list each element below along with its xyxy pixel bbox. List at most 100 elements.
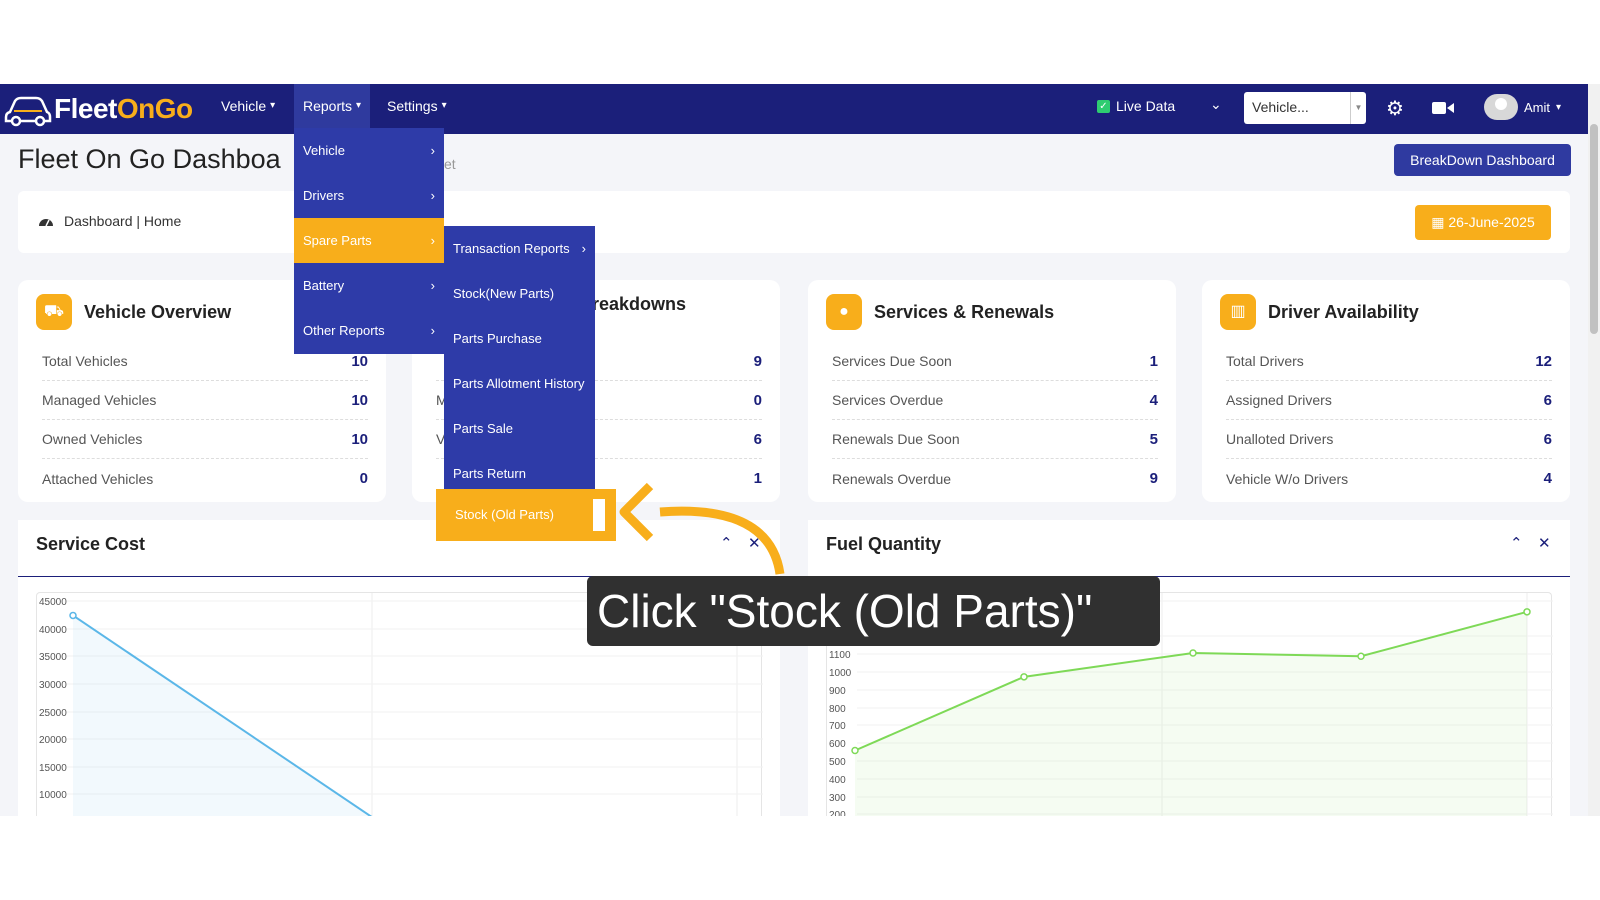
y-tick-label: 800: [829, 704, 846, 715]
nav-reports-label: Reports: [303, 98, 353, 114]
menu-item-stock-new-parts[interactable]: Stock(New Parts): [444, 271, 595, 316]
nav-reports[interactable]: Reports ▾: [294, 84, 371, 128]
series-area: [73, 615, 371, 816]
page-title: Fleet On Go Dashboa: [18, 144, 281, 174]
y-tick-label: 1000: [829, 668, 852, 679]
data-point: [69, 611, 77, 620]
live-data-label: Live Data: [1116, 98, 1176, 114]
chevron-right-icon: ›: [430, 233, 435, 248]
top-navbar: FleetOnGo Vehicle ▾ Reports ▾ Settings ▾…: [0, 84, 1588, 134]
menu-item-parts-sale[interactable]: Parts Sale: [444, 406, 595, 451]
vehicle-select[interactable]: Vehicle... ▼: [1244, 92, 1366, 124]
menu-item-parts-purchase[interactable]: Parts Purchase: [444, 316, 595, 361]
breadcrumb-text: Dashboard | Home: [64, 213, 182, 229]
list-item: Owned Vehicles 10: [42, 420, 368, 459]
checkbox-checked-icon: ✓: [1097, 99, 1110, 113]
app-frame: FleetOnGo Vehicle ▾ Reports ▾ Settings ▾…: [0, 84, 1600, 816]
close-icon[interactable]: ✕: [1538, 534, 1551, 552]
calendar-icon: ▦: [1431, 214, 1445, 230]
nav-vehicle[interactable]: Vehicle ▾: [212, 84, 284, 128]
y-tick-label: 500: [829, 757, 846, 768]
menu-item-spare-parts[interactable]: Spare Parts ›: [294, 218, 444, 263]
menu-item-parts-allotment-history[interactable]: Parts Allotment History: [444, 361, 595, 406]
brand-name: FleetOnGo: [54, 93, 193, 124]
scrollbar-thumb[interactable]: [1590, 124, 1598, 334]
nav-vehicle-label: Vehicle: [221, 98, 267, 114]
menu-item-other-reports[interactable]: Other Reports ›: [294, 308, 444, 353]
y-tick-label: 25000: [39, 708, 67, 719]
dropdown-arrow-icon: ▼: [1350, 92, 1366, 124]
video-camera-icon[interactable]: [1432, 100, 1454, 116]
list-item: Services Due Soon 1: [832, 342, 1158, 381]
data-point: [1523, 608, 1531, 616]
spare-parts-submenu: Transaction Reports › Stock(New Parts) Pa…: [444, 226, 595, 497]
y-tick-label: 35000: [39, 652, 67, 663]
nav-settings[interactable]: Settings ▾: [378, 84, 456, 128]
chevron-down-icon: ▾: [1556, 101, 1562, 113]
data-point: [1357, 652, 1365, 660]
breadcrumb[interactable]: Dashboard | Home: [38, 213, 181, 229]
data-point: [851, 746, 859, 755]
avatar: [1484, 94, 1518, 120]
chevron-right-icon: ›: [430, 143, 435, 158]
menu-item-vehicle[interactable]: Vehicle ›: [294, 128, 444, 173]
y-tick-label: 900: [829, 686, 846, 697]
page-subtitle: et: [444, 156, 456, 172]
card-title: Services & Renewals: [874, 301, 1055, 322]
gear-icon[interactable]: ⚙: [1386, 96, 1404, 121]
list-item: Services Overdue 4: [832, 381, 1158, 420]
list-item: Assigned Drivers 6: [1226, 381, 1552, 420]
chevron-right-icon: ›: [430, 323, 435, 338]
collapse-icon[interactable]: ⌃: [1510, 534, 1523, 552]
chevron-right-icon: ›: [430, 278, 435, 293]
chevron-down-icon: ▾: [356, 100, 362, 111]
reports-dropdown: Vehicle › Drivers › Spare Parts › Battery › …: [294, 128, 444, 354]
car-logo-icon: [4, 96, 52, 127]
menu-item-drivers[interactable]: Drivers ›: [294, 173, 444, 218]
y-tick-label: 200: [829, 810, 846, 816]
date-button[interactable]: ▦ 26-June-2025: [1415, 205, 1551, 240]
user-name: Amit: [1524, 99, 1550, 115]
list-item: Unalloted Drivers 6: [1226, 420, 1552, 459]
user-menu[interactable]: Amit ▾: [1484, 94, 1561, 120]
panel-title: Fuel Quantity: [826, 534, 942, 554]
logo[interactable]: FleetOnGo: [4, 90, 193, 128]
date-text: 26-June-2025: [1448, 214, 1535, 230]
menu-item-battery[interactable]: Battery ›: [294, 263, 444, 308]
driver-availability-card: ▥ Driver Availability Total Drivers 12 As…: [1202, 280, 1570, 502]
data-point: [1189, 649, 1197, 657]
y-tick-label: 30000: [39, 680, 67, 691]
breadcrumb-bar: Dashboard | Home ▦ 26-June-2025: [18, 191, 1570, 253]
y-tick-label: 400: [829, 775, 846, 786]
chevron-down-icon[interactable]: ⌄: [1210, 96, 1222, 113]
globe-icon: ●: [826, 294, 862, 330]
truck-icon: ⛟: [36, 294, 72, 330]
y-tick-label: 600: [829, 739, 846, 750]
list-item: Total Drivers 12: [1226, 342, 1552, 381]
breakdown-dashboard-button[interactable]: BreakDown Dashboard: [1394, 144, 1571, 176]
card-title: reakdowns: [592, 294, 687, 314]
curved-arrow-icon: [619, 482, 785, 575]
dashboard-gauge-icon: [39, 219, 53, 227]
y-tick-label: 45000: [39, 597, 67, 608]
chevron-down-icon: ▾: [441, 100, 447, 111]
panel-title: Service Cost: [36, 534, 146, 554]
y-tick-label: 10000: [39, 790, 67, 801]
list-item: Attached Vehicles 0: [42, 470, 368, 487]
data-point: [1020, 673, 1028, 681]
card-title: Vehicle Overview: [84, 301, 232, 322]
menu-item-stock-old-parts[interactable]: Stock (Old Parts): [436, 489, 616, 541]
vehicle-select-value: Vehicle...: [1252, 99, 1309, 115]
y-tick-label: 20000: [39, 735, 67, 746]
y-tick-label: 1100: [829, 650, 851, 661]
live-data-toggle[interactable]: ✓ Live Data: [1097, 98, 1175, 114]
card-title: Driver Availability: [1268, 301, 1419, 322]
y-tick-label: 700: [829, 721, 846, 732]
services-renewals-card: ● Services & Renewals Services Due Soon 1…: [808, 280, 1176, 502]
fuel-quantity-panel: Fuel Quantity ⌃ ✕ 1400120011001000900800…: [808, 520, 1570, 816]
menu-item-transaction-reports[interactable]: Transaction Reports ›: [444, 226, 595, 271]
list-item: Managed Vehicles 10: [42, 381, 368, 420]
chevron-right-icon: ›: [581, 241, 586, 256]
chevron-down-icon: ▾: [270, 100, 276, 111]
y-tick-label: 40000: [39, 625, 67, 636]
